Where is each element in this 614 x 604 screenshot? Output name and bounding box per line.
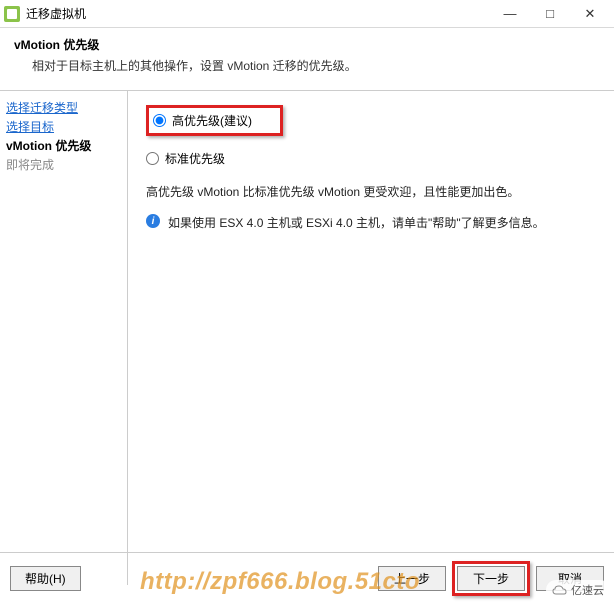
maximize-button[interactable]: □ [530, 2, 570, 26]
radio-high-priority[interactable] [153, 114, 166, 127]
main-panel: 高优先级(建议) 标准优先级 高优先级 vMotion 比标准优先级 vMoti… [128, 91, 614, 585]
priority-description: 高优先级 vMotion 比标准优先级 vMotion 更受欢迎，且性能更加出色… [146, 183, 596, 200]
wizard-header: vMotion 优先级 相对于目标主机上的其他操作，设置 vMotion 迁移的… [0, 28, 614, 90]
close-button[interactable]: ✕ [570, 2, 610, 26]
window-controls: — □ ✕ [490, 2, 610, 26]
info-icon: i [146, 214, 160, 228]
corner-logo: 亿速云 [546, 580, 610, 600]
step-migration-type[interactable]: 选择迁移类型 [6, 99, 121, 116]
highlight-recommended: 高优先级(建议) [146, 105, 283, 136]
highlight-next: 下一步 [452, 561, 530, 596]
radio-standard-priority[interactable] [146, 152, 159, 165]
step-select-target[interactable]: 选择目标 [6, 118, 121, 135]
logo-text: 亿速云 [571, 582, 604, 598]
radio-high-row: 高优先级(建议) [146, 105, 596, 136]
next-button[interactable]: 下一步 [457, 566, 525, 591]
radio-standard-row: 标准优先级 [146, 150, 596, 167]
titlebar: 迁移虚拟机 — □ ✕ [0, 0, 614, 28]
info-text: 如果使用 ESX 4.0 主机或 ESXi 4.0 主机，请单击"帮助"了解更多… [168, 214, 545, 231]
app-icon [4, 6, 20, 22]
help-button[interactable]: 帮助(H) [10, 566, 81, 591]
window-title: 迁移虚拟机 [26, 5, 490, 22]
header-subtitle: 相对于目标主机上的其他操作，设置 vMotion 迁移的优先级。 [14, 57, 600, 74]
wizard-steps: 选择迁移类型 选择目标 vMotion 优先级 即将完成 [0, 91, 128, 585]
wizard-body: 选择迁移类型 选择目标 vMotion 优先级 即将完成 高优先级(建议) 标准… [0, 91, 614, 585]
radio-high-label: 高优先级(建议) [172, 112, 252, 129]
back-button[interactable]: 上一步 [378, 566, 446, 591]
step-ready-complete: 即将完成 [6, 156, 121, 173]
minimize-button[interactable]: — [490, 2, 530, 26]
info-row: i 如果使用 ESX 4.0 主机或 ESXi 4.0 主机，请单击"帮助"了解… [146, 214, 596, 231]
radio-standard-label: 标准优先级 [165, 150, 225, 167]
wizard-footer: 帮助(H) 上一步 下一步 取消 [0, 552, 614, 604]
cloud-icon [552, 584, 568, 596]
step-vmotion-priority: vMotion 优先级 [6, 137, 121, 154]
header-title: vMotion 优先级 [14, 36, 600, 53]
